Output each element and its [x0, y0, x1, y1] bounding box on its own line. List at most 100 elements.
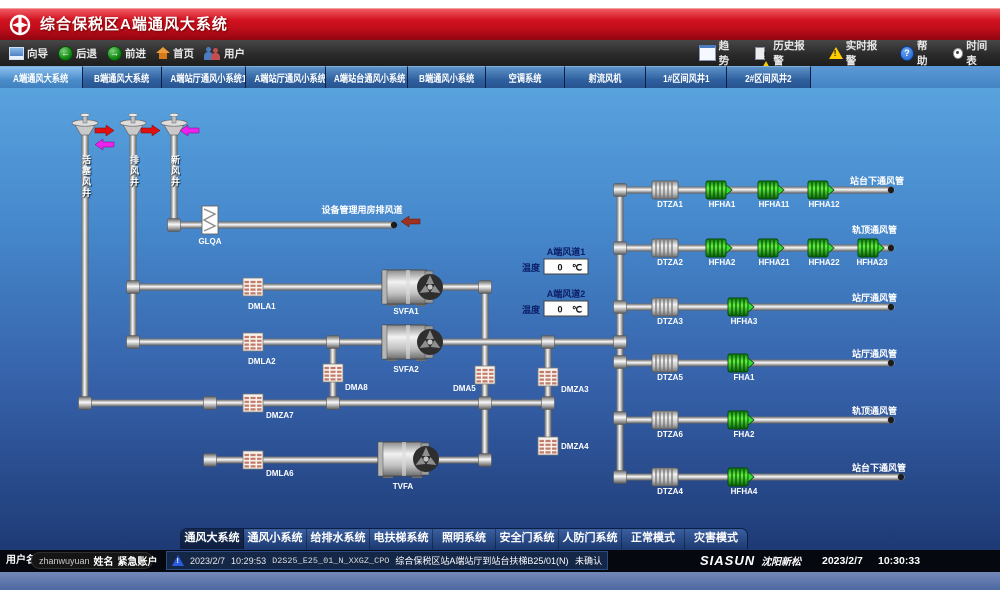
tab-a-end-big-vent[interactable]: A端通风大系统 — [0, 66, 83, 89]
jet-fan-hfha2[interactable] — [706, 239, 732, 257]
status-bar: 用户名 zhanwuyuan 姓名 紧急账户 ! 2023/2/7 10:29:… — [0, 550, 1000, 572]
jet-fan-hfha21[interactable] — [758, 239, 784, 257]
device-label-hfha23: HFHA23 — [856, 258, 888, 267]
vendor-logo-cn: 沈阳新松 — [761, 552, 801, 574]
name-label: 姓名 — [94, 553, 114, 568]
device-label-dma5: DMA5 — [453, 384, 476, 393]
metro-logo-icon — [9, 14, 31, 36]
realtime-alarm-button[interactable]: ! 实时报警 — [824, 38, 888, 68]
tab-air-conditioning[interactable]: 空调系统 — [486, 66, 565, 89]
wizard-button[interactable]: 向导 — [4, 46, 53, 61]
alarm-panel[interactable]: ! 2023/2/7 10:29:53 D2S25_E25_01_N_XXGZ_… — [166, 551, 608, 570]
alarm-ack-status[interactable]: 未确认 — [575, 554, 602, 567]
damper-dmla2[interactable] — [243, 333, 263, 351]
duct-damper-dtza2[interactable] — [652, 239, 678, 257]
bottomnav-disaster-mode[interactable]: 灾害模式 — [685, 529, 747, 549]
shaft-label-piston: 活塞风井 — [80, 155, 93, 199]
realtime-alarm-icon: ! — [829, 47, 843, 59]
damper-dmla6[interactable] — [243, 451, 263, 469]
bottomnav-escalator[interactable]: 电扶梯系统 — [370, 529, 433, 549]
tab-interval-shaft-2[interactable]: 2#区间风井2 — [727, 66, 811, 89]
device-label-hfha2: HFHA2 — [709, 258, 736, 267]
tab-interval-shaft-1[interactable]: 1#区间风井1 — [646, 66, 727, 89]
bottom-nav-bar: 通风大系统 通风小系统 给排水系统 电扶梯系统 照明系统 安全门系统 人防门系统… — [180, 528, 748, 549]
wizard-label: 向导 — [27, 46, 48, 61]
alarm-triangle-icon: ! — [172, 555, 184, 566]
title-bar: 综合保税区A端通风大系统 — [0, 8, 1000, 41]
duct-damper-dtza1[interactable] — [652, 181, 678, 199]
tab-a-platform-small-vent[interactable]: A端站台通风小系统 — [326, 66, 408, 89]
bottomnav-lighting[interactable]: 照明系统 — [433, 529, 496, 549]
user-button[interactable]: 用户 — [199, 46, 250, 61]
realtime-alarm-label: 实时报警 — [846, 38, 883, 68]
timetable-button[interactable]: 时间表 — [948, 38, 1000, 68]
username-value: zhanwuyuan — [39, 556, 90, 566]
tab-a-hall-small-vent-1[interactable]: A端站厅通风小系统1 — [162, 66, 246, 89]
tab-b-end-big-vent[interactable]: B端通风大系统 — [83, 66, 162, 89]
jet-fan-hfha22[interactable] — [808, 239, 834, 257]
damper-dmla1[interactable] — [243, 278, 263, 296]
tab-jet-fan[interactable]: 射流风机 — [565, 66, 646, 89]
duct-label-b3: 站厅通风管 — [852, 292, 897, 303]
top-margin — [0, 0, 1000, 8]
tab-b-end-small-vent[interactable]: B端通风小系统 — [408, 66, 486, 89]
system-date: 2023/2/7 — [822, 550, 863, 572]
device-label-dmla1: DMLA1 — [248, 302, 276, 311]
jet-fan-hfha11[interactable] — [758, 181, 784, 199]
bottomnav-safety-door[interactable]: 安全门系统 — [496, 529, 559, 549]
history-alarm-icon: ! — [755, 47, 771, 60]
alarm-time: 10:29:53 — [231, 556, 266, 566]
damper-dmza7[interactable] — [243, 394, 263, 412]
history-alarm-button[interactable]: ! 历史报警 — [750, 38, 817, 68]
damper-dma5[interactable] — [475, 366, 495, 384]
help-button[interactable]: ? 帮助 — [895, 38, 941, 68]
duct-damper-dtza4[interactable] — [652, 468, 678, 486]
arrow-red-right-piston — [95, 125, 114, 136]
home-button[interactable]: 首页 — [151, 46, 199, 61]
damper-dmza3[interactable] — [538, 368, 558, 386]
trend-button[interactable]: 趋势 — [694, 38, 743, 68]
trend-icon — [699, 45, 716, 61]
device-label-dtza5: DTZA5 — [657, 373, 683, 382]
filter-glqa[interactable] — [202, 206, 218, 234]
bottomnav-water-supply[interactable]: 给排水系统 — [307, 529, 370, 549]
jet-fan-hfha3[interactable] — [728, 298, 754, 316]
device-label-hfha11: HFHA11 — [759, 200, 790, 209]
forward-button[interactable]: → 前进 — [102, 46, 151, 61]
bottomnav-civil-defense-door[interactable]: 人防门系统 — [559, 529, 622, 549]
duct-damper-dtza3[interactable] — [652, 298, 678, 316]
jet-fan-fha1[interactable] — [728, 354, 754, 372]
temp2-label: 温度 — [522, 304, 541, 315]
device-label-svfa2: SVFA2 — [393, 365, 419, 374]
tab-a-hall-small-vent-2[interactable]: A端站厅通风小系统2 — [246, 66, 326, 89]
pipe-network — [82, 135, 905, 481]
axial-fan-svfa2[interactable] — [382, 325, 443, 361]
jet-fan-hfha1[interactable] — [706, 181, 732, 199]
axial-fan-tvfa[interactable] — [378, 442, 439, 478]
duct-damper-dtza6[interactable] — [652, 411, 678, 429]
device-label-hfha12: HFHA12 — [808, 200, 840, 209]
bottomnav-small-vent[interactable]: 通风小系统 — [244, 529, 307, 549]
tab-bar-filler — [811, 66, 1000, 88]
duct-damper-dtza5[interactable] — [652, 354, 678, 372]
back-icon: ← — [58, 46, 73, 61]
jet-fan-hfha12[interactable] — [808, 181, 834, 199]
duct-label-b1: 站台下通风管 — [850, 175, 904, 186]
device-label-fha2: FHA2 — [734, 430, 755, 439]
history-alarm-label: 历史报警 — [773, 38, 812, 68]
bottomnav-big-vent[interactable]: 通风大系统 — [181, 529, 244, 549]
back-button[interactable]: ← 后退 — [53, 46, 102, 61]
trend-label: 趋势 — [719, 38, 738, 68]
jet-fan-hfha4[interactable] — [728, 468, 754, 486]
app-window: 综合保税区A端通风大系统 向导 ← 后退 → 前进 首页 — [0, 0, 1000, 600]
damper-dma8[interactable] — [323, 364, 343, 382]
bottomnav-normal-mode[interactable]: 正常模式 — [622, 529, 685, 549]
temp2-unit: ℃ — [572, 305, 582, 315]
device-label-dmla2: DMLA2 — [248, 357, 276, 366]
vendor-logo: SIASUN 沈阳新松 — [700, 550, 801, 574]
jet-fan-hfha23[interactable] — [858, 239, 884, 257]
damper-dmza4[interactable] — [538, 437, 558, 455]
axial-fan-svfa1[interactable] — [382, 270, 443, 306]
timetable-radio-icon — [953, 48, 963, 59]
jet-fan-fha2[interactable] — [728, 411, 754, 429]
